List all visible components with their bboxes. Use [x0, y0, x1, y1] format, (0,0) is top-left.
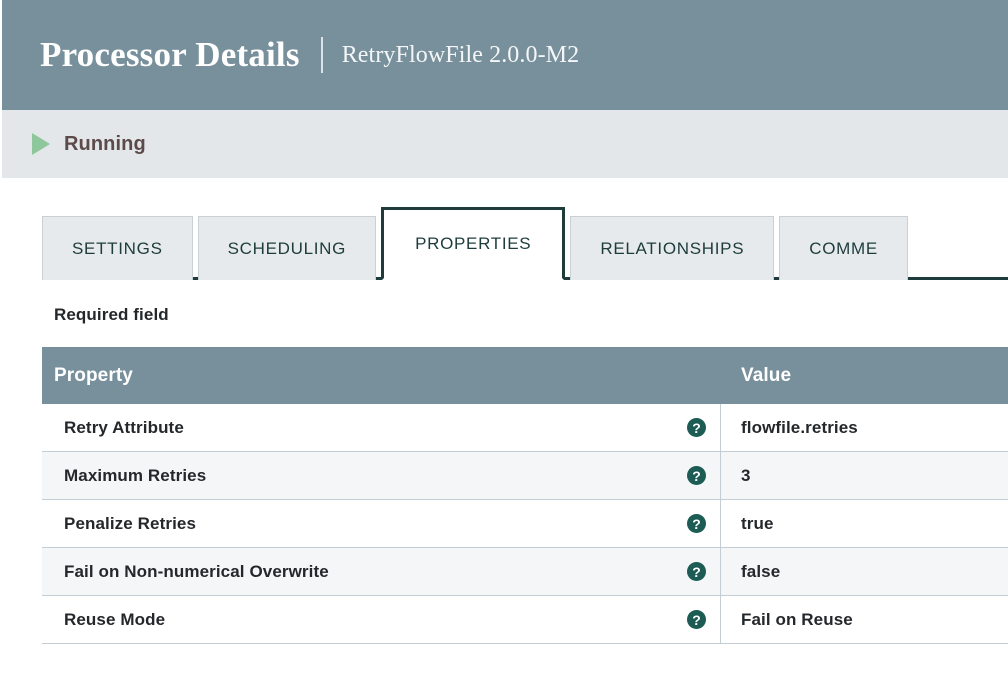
property-value[interactable]: flowfile.retries: [721, 404, 1008, 451]
help-icon[interactable]: ?: [687, 418, 706, 437]
help-icon[interactable]: ?: [687, 562, 706, 581]
property-cell: Fail on Non-numerical Overwrite ?: [42, 548, 721, 595]
processor-details-dialog: Processor Details RetryFlowFile 2.0.0-M2…: [0, 0, 1008, 673]
tab-relationships[interactable]: RELATIONSHIPS: [570, 216, 775, 280]
help-icon[interactable]: ?: [687, 610, 706, 629]
property-value[interactable]: Fail on Reuse: [721, 596, 1008, 643]
table-header-row: Property Value: [42, 347, 1008, 404]
processor-name-version: RetryFlowFile 2.0.0-M2: [341, 41, 580, 68]
help-icon[interactable]: ?: [687, 466, 706, 485]
tab-scheduling[interactable]: SCHEDULING: [197, 216, 377, 280]
status-bar: Running: [2, 110, 1008, 178]
property-cell: Maximum Retries ?: [42, 452, 721, 499]
help-icon[interactable]: ?: [687, 514, 706, 533]
table-row[interactable]: Fail on Non-numerical Overwrite ? false: [42, 548, 1008, 596]
property-name: Maximum Retries: [64, 465, 207, 485]
tab-comments[interactable]: COMME: [779, 216, 908, 280]
property-cell: Penalize Retries ?: [42, 500, 721, 547]
tab-label: COMME: [809, 238, 878, 258]
tab-label: RELATIONSHIPS: [600, 238, 745, 258]
property-cell: Reuse Mode ?: [42, 596, 721, 643]
table-row[interactable]: Retry Attribute ? flowfile.retries: [42, 404, 1008, 452]
column-header-property: Property: [54, 364, 133, 386]
property-name: Reuse Mode: [64, 609, 166, 629]
play-triangle-icon: [32, 133, 50, 155]
tab-label: PROPERTIES: [415, 234, 532, 253]
table-row[interactable]: Maximum Retries ? 3: [42, 452, 1008, 500]
column-header-value: Value: [741, 364, 792, 386]
required-field-label: Required field: [54, 305, 169, 324]
tab-bar: SETTINGS SCHEDULING PROPERTIES RELATIONS…: [2, 206, 1008, 280]
table-row[interactable]: Reuse Mode ? Fail on Reuse: [42, 596, 1008, 644]
tab-properties[interactable]: PROPERTIES: [381, 207, 566, 280]
tab-label: SCHEDULING: [227, 238, 347, 258]
tab-label: SETTINGS: [72, 238, 163, 258]
dialog-header: Processor Details RetryFlowFile 2.0.0-M2: [2, 0, 1008, 110]
property-value[interactable]: true: [721, 500, 1008, 547]
property-cell: Retry Attribute ?: [42, 404, 721, 451]
header-divider: [320, 37, 323, 73]
property-value[interactable]: false: [721, 548, 1008, 595]
page-title: Processor Details: [40, 35, 300, 74]
property-name: Penalize Retries: [64, 513, 196, 533]
property-value[interactable]: 3: [721, 452, 1008, 499]
properties-table: Property Value Retry Attribute ? flowfil…: [42, 347, 1008, 644]
status-badge: Running: [64, 132, 146, 155]
property-name: Retry Attribute: [64, 417, 184, 437]
tab-settings[interactable]: SETTINGS: [42, 216, 193, 280]
table-row[interactable]: Penalize Retries ? true: [42, 500, 1008, 548]
property-name: Fail on Non-numerical Overwrite: [64, 561, 329, 581]
